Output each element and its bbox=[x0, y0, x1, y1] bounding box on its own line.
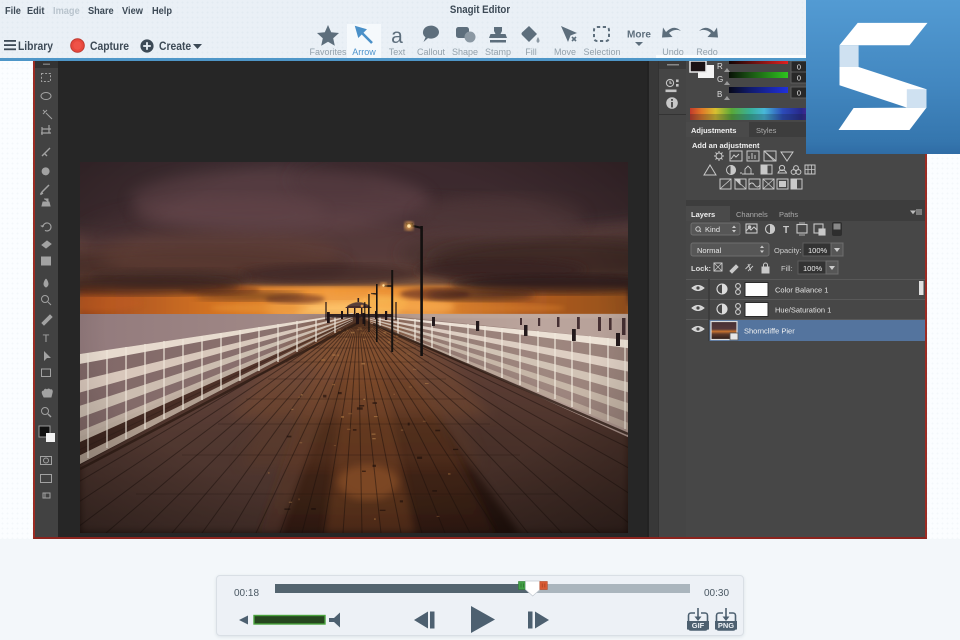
svg-text:Shorncliffe Pier: Shorncliffe Pier bbox=[744, 327, 795, 336]
svg-text:G: G bbox=[717, 75, 723, 84]
svg-text:Lock:: Lock: bbox=[691, 264, 711, 273]
svg-text:100%: 100% bbox=[808, 246, 828, 255]
svg-text:Add an adjustment: Add an adjustment bbox=[692, 141, 760, 150]
svg-text:Color Balance 1: Color Balance 1 bbox=[775, 286, 828, 295]
svg-text:Adjustments: Adjustments bbox=[691, 126, 736, 135]
svg-text:Fill:: Fill: bbox=[781, 264, 793, 273]
svg-text:B: B bbox=[717, 90, 722, 99]
svg-text:0: 0 bbox=[797, 63, 801, 72]
svg-text:More: More bbox=[627, 30, 651, 41]
svg-text:0: 0 bbox=[797, 89, 801, 98]
svg-text:Hue/Saturation 1: Hue/Saturation 1 bbox=[775, 306, 831, 315]
svg-text:100%: 100% bbox=[803, 264, 823, 273]
svg-text:GIF: GIF bbox=[692, 621, 705, 630]
svg-text:R: R bbox=[717, 62, 723, 71]
svg-text:Styles: Styles bbox=[756, 126, 777, 135]
svg-text:Opacity:: Opacity: bbox=[774, 246, 802, 255]
svg-text:Layers: Layers bbox=[691, 210, 715, 219]
svg-text:Kind: Kind bbox=[705, 225, 720, 234]
svg-text:Normal: Normal bbox=[697, 246, 722, 255]
svg-text:T: T bbox=[43, 333, 50, 345]
svg-text:a: a bbox=[391, 25, 403, 46]
svg-text:Paths: Paths bbox=[779, 210, 798, 219]
svg-text:0: 0 bbox=[797, 74, 801, 83]
svg-text:PNG: PNG bbox=[718, 621, 734, 630]
svg-text:T: T bbox=[783, 225, 789, 236]
svg-text:Channels: Channels bbox=[736, 210, 768, 219]
